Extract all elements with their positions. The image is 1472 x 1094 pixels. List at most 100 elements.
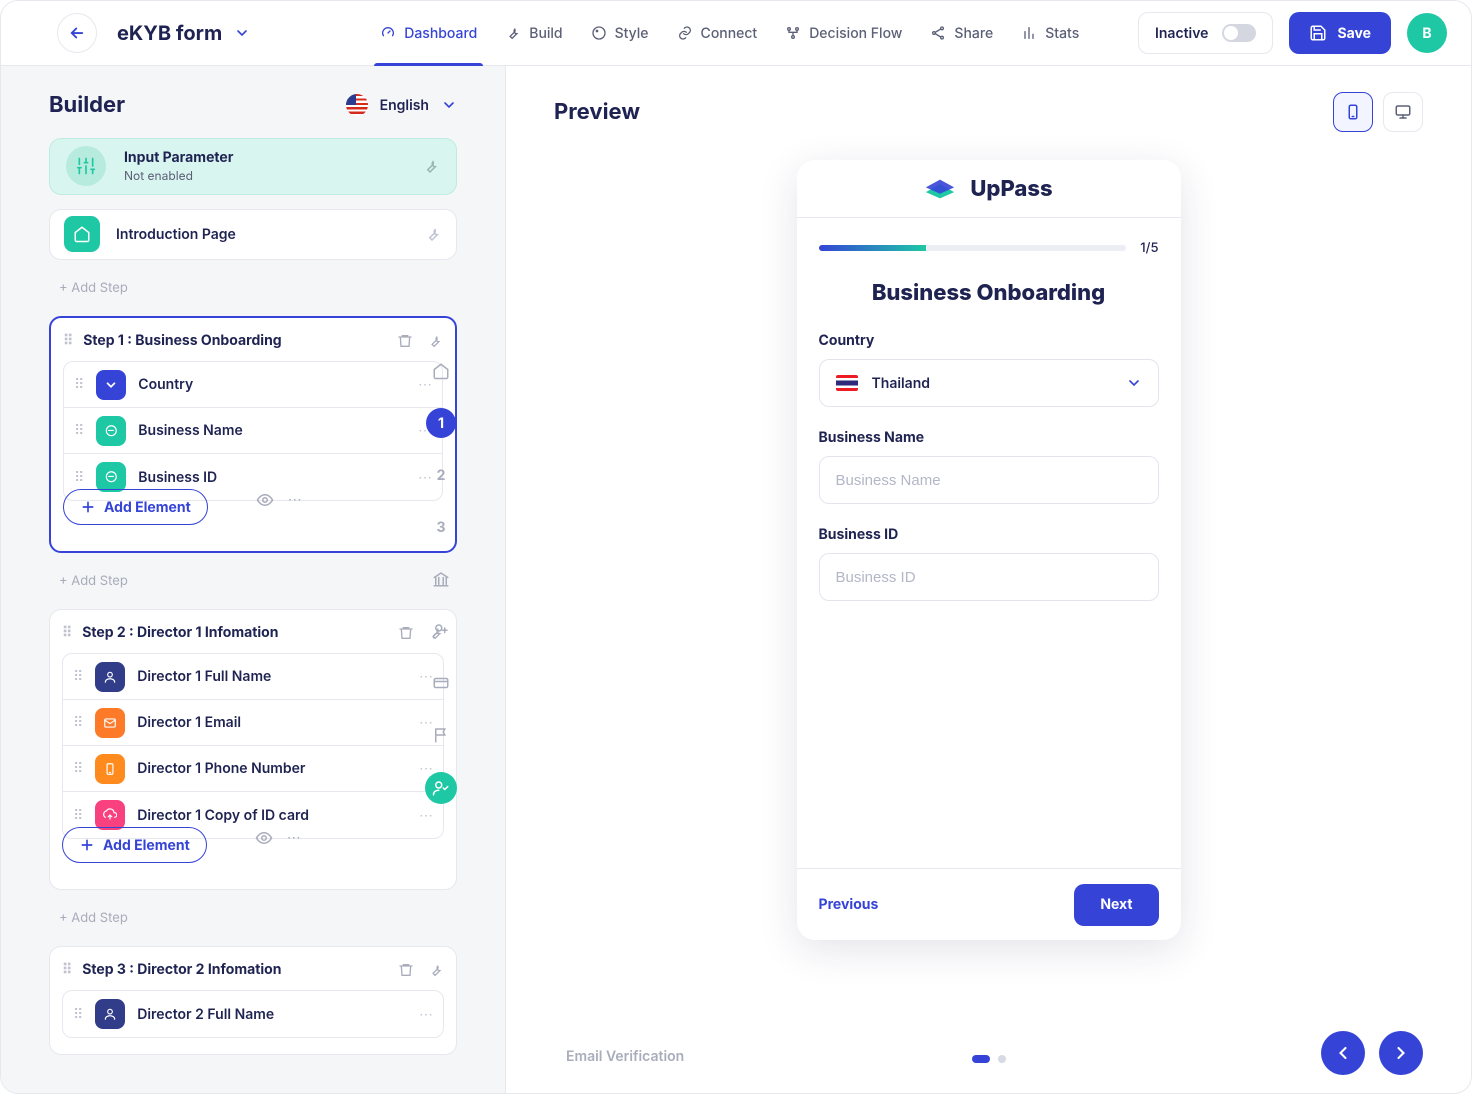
- country-value: Thailand: [872, 375, 931, 392]
- bizname-input[interactable]: [819, 456, 1159, 504]
- tab-dashboard[interactable]: Dashboard: [380, 1, 477, 66]
- form-title[interactable]: eKYB form: [117, 21, 250, 45]
- add-step-button[interactable]: + Add Step: [49, 567, 457, 595]
- element-label: Business ID: [138, 469, 217, 486]
- mini-card[interactable]: [426, 668, 456, 698]
- home-icon: [64, 216, 100, 252]
- drag-icon[interactable]: ⠿: [74, 422, 84, 439]
- trash-icon[interactable]: [398, 962, 414, 978]
- drag-icon[interactable]: ⠿: [62, 624, 72, 641]
- country-select[interactable]: Thailand: [819, 359, 1159, 407]
- eye-icon[interactable]: [255, 829, 273, 847]
- status-toggle[interactable]: Inactive: [1138, 12, 1273, 54]
- element-director1-phone[interactable]: ⠿ Director 1 Phone Number ⋯: [63, 746, 443, 792]
- chevron-left-icon: [1333, 1043, 1353, 1063]
- element-business-name[interactable]: ⠿ Business Name ⋯: [64, 408, 442, 454]
- preview-panel: Preview UpPass 1/5: [506, 66, 1471, 1094]
- tab-stats[interactable]: Stats: [1021, 1, 1079, 66]
- next-button[interactable]: Next: [1074, 884, 1158, 926]
- element-country[interactable]: ⠿ Country ⋯: [64, 362, 442, 408]
- user-icon: [95, 999, 125, 1029]
- input-param-subtitle: Not enabled: [124, 168, 233, 183]
- element-director1-name[interactable]: ⠿ Director 1 Full Name ⋯: [63, 654, 443, 700]
- tab-build[interactable]: Build: [505, 1, 562, 66]
- language-selector[interactable]: English: [346, 94, 457, 116]
- gear-icon[interactable]: [422, 157, 440, 175]
- desktop-icon: [1394, 103, 1412, 121]
- drag-icon[interactable]: ⠿: [73, 807, 83, 824]
- mini-home[interactable]: [426, 356, 456, 386]
- drag-icon[interactable]: ⠿: [73, 714, 83, 731]
- tab-decision-flow[interactable]: Decision Flow: [785, 1, 902, 66]
- tab-label: Style: [615, 25, 649, 42]
- carousel-prev-button[interactable]: [1321, 1031, 1365, 1075]
- chevron-down-icon: [441, 97, 457, 113]
- avatar[interactable]: B: [1407, 13, 1447, 53]
- add-step-button[interactable]: + Add Step: [49, 274, 457, 302]
- builder-panel: Builder English Input Parameter Not enab…: [1, 66, 506, 1094]
- mini-step-1[interactable]: 1: [426, 408, 456, 438]
- gear-icon[interactable]: [424, 225, 442, 243]
- mini-bank[interactable]: [426, 564, 456, 594]
- mini-user-check[interactable]: [425, 772, 457, 804]
- element-label: Country: [138, 376, 193, 393]
- element-director2-name[interactable]: ⠿ Director 2 Full Name ⋯: [63, 991, 443, 1037]
- tab-share[interactable]: Share: [930, 1, 993, 66]
- more-icon[interactable]: ⋯: [287, 829, 301, 847]
- element-director1-email[interactable]: ⠿ Director 1 Email ⋯: [63, 700, 443, 746]
- drag-icon[interactable]: ⠿: [74, 469, 84, 486]
- step-card-2[interactable]: ⠿ Step 2 : Director 1 Infomation ⠿ Direc…: [49, 609, 457, 890]
- chat-icon: [96, 416, 126, 446]
- mini-step-2[interactable]: 2: [426, 460, 456, 490]
- nav-tabs: Dashboard Build Style Connect Decision F…: [380, 1, 1079, 66]
- chat-icon: [96, 462, 126, 492]
- mini-user-add[interactable]: [426, 616, 456, 646]
- language-label: English: [380, 97, 429, 114]
- drag-icon[interactable]: ⠿: [62, 961, 72, 978]
- tab-style[interactable]: Style: [591, 1, 649, 66]
- dot[interactable]: [998, 1055, 1006, 1063]
- add-element-button[interactable]: Add Element: [62, 827, 207, 863]
- preview-title: Preview: [554, 99, 640, 125]
- drag-icon[interactable]: ⠿: [73, 760, 83, 777]
- more-icon[interactable]: ⋯: [288, 491, 302, 509]
- trash-icon[interactable]: [397, 333, 413, 349]
- tab-connect[interactable]: Connect: [677, 1, 758, 66]
- element-label: Director 1 Phone Number: [137, 760, 305, 777]
- progress-bar: [819, 245, 1127, 251]
- mini-flag[interactable]: [426, 720, 456, 750]
- drag-icon[interactable]: ⠿: [73, 1006, 83, 1023]
- device-desktop-button[interactable]: [1383, 92, 1423, 132]
- switch-icon: [1222, 24, 1256, 42]
- back-button[interactable]: [57, 13, 97, 53]
- card-input-parameter[interactable]: Input Parameter Not enabled: [49, 138, 457, 195]
- drag-icon[interactable]: ⠿: [74, 376, 84, 393]
- card-introduction[interactable]: Introduction Page: [49, 209, 457, 260]
- save-button[interactable]: Save: [1289, 12, 1391, 54]
- step-card-3[interactable]: ⠿ Step 3 : Director 2 Infomation ⠿ Direc…: [49, 946, 457, 1055]
- bizid-input[interactable]: [819, 553, 1159, 601]
- previous-button[interactable]: Previous: [819, 896, 879, 913]
- eye-icon[interactable]: [256, 491, 274, 509]
- step-card-1[interactable]: ⠿ Step 1 : Business Onboarding ⠿ Country: [49, 316, 457, 553]
- builder-title: Builder: [49, 92, 125, 118]
- add-element-label: Add Element: [103, 837, 190, 854]
- device-mobile-button[interactable]: [1333, 92, 1373, 132]
- trash-icon[interactable]: [398, 625, 414, 641]
- gear-icon[interactable]: [427, 333, 443, 349]
- mini-step-3[interactable]: 3: [426, 512, 456, 542]
- add-element-button[interactable]: Add Element: [63, 489, 208, 525]
- step-title: Step 3 : Director 2 Infomation: [82, 961, 281, 978]
- share-icon: [930, 25, 946, 41]
- chevron-down-icon: [234, 25, 250, 41]
- more-icon[interactable]: ⋯: [419, 1006, 433, 1023]
- drag-icon[interactable]: ⠿: [73, 668, 83, 685]
- avatar-letter: B: [1422, 25, 1431, 42]
- add-step-button[interactable]: + Add Step: [49, 904, 457, 932]
- drag-icon[interactable]: ⠿: [63, 332, 73, 349]
- mobile-icon: [1344, 103, 1362, 121]
- dot-active[interactable]: [972, 1055, 990, 1063]
- status-label: Inactive: [1155, 25, 1208, 42]
- carousel-next-button[interactable]: [1379, 1031, 1423, 1075]
- gear-icon[interactable]: [428, 962, 444, 978]
